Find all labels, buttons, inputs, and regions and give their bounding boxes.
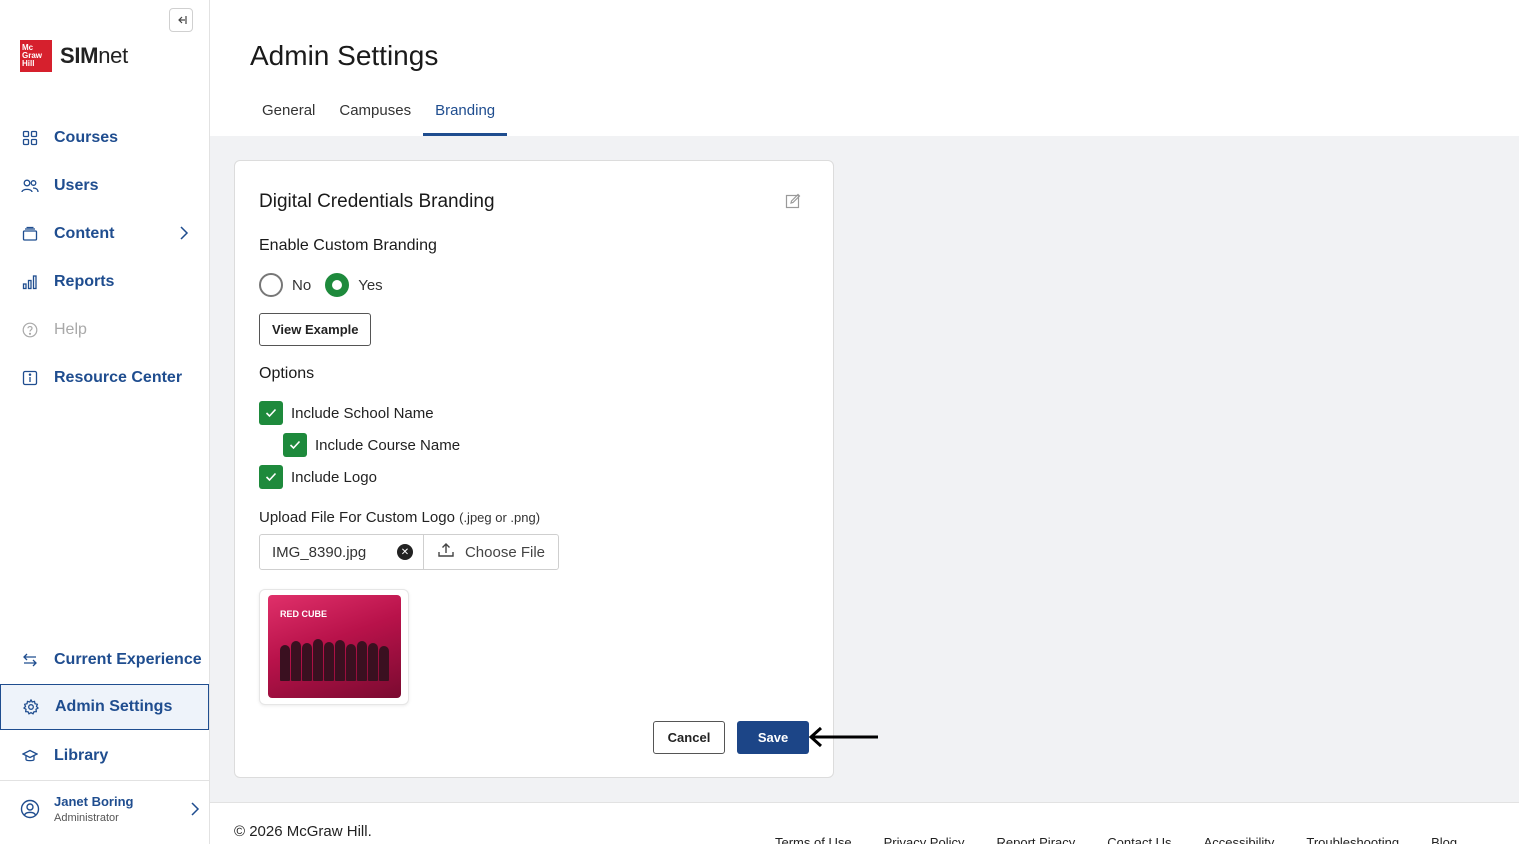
people-silhouettes — [278, 637, 390, 681]
upload-hint: (.jpeg or .png) — [459, 510, 541, 525]
switch-arrows-icon — [20, 650, 40, 670]
tab-general[interactable]: General — [250, 94, 327, 136]
mcgraw-hill-logo: Mc Graw Hill — [20, 40, 52, 72]
include-school-name-option[interactable]: Include School Name — [259, 401, 434, 425]
graduation-cap-icon — [20, 746, 40, 766]
sidebar-item-label: Courses — [54, 129, 119, 146]
divider — [0, 780, 209, 781]
file-upload-field: IMG_8390.jpg ✕ Choose File — [259, 534, 559, 570]
sidebar-item-label: Current Experience — [54, 651, 202, 668]
user-avatar-icon — [20, 799, 40, 819]
sidebar-item-help[interactable]: Help — [0, 307, 209, 353]
view-example-button[interactable]: View Example — [259, 313, 372, 346]
branding-card: Digital Credentials Branding Enable Cust… — [234, 160, 834, 778]
footer-link-accessibility[interactable]: Accessibility — [1204, 835, 1275, 844]
file-name-text: IMG_8390.jpg — [272, 543, 367, 561]
sidebar-item-label: Resource Center — [54, 369, 183, 386]
sidebar-item-resource-center[interactable]: Resource Center — [0, 355, 209, 401]
chevron-right-icon — [179, 225, 189, 246]
sidebar-item-label: Admin Settings — [55, 698, 173, 715]
sidebar-item-label: Users — [54, 177, 99, 194]
help-icon — [20, 320, 40, 340]
sidebar-item-label: Content — [54, 225, 115, 242]
user-role: Administrator — [54, 812, 119, 824]
footer-link-contact[interactable]: Contact Us — [1107, 835, 1171, 844]
footer-link-blog[interactable]: Blog — [1431, 835, 1457, 844]
copyright: © 2026 McGraw Hill. — [234, 823, 372, 840]
footer-link-report-piracy[interactable]: Report Piracy — [997, 835, 1076, 844]
gear-icon — [21, 697, 41, 717]
options-label: Options — [259, 365, 315, 382]
info-icon — [20, 368, 40, 388]
sidebar-item-reports[interactable]: Reports — [0, 259, 209, 305]
logo-preview-image: RED CUBE — [268, 595, 401, 698]
footer-links: Terms of Use Privacy Policy Report Pirac… — [775, 835, 1489, 844]
checkbox-label: Include Logo — [291, 468, 377, 486]
sidebar-item-library[interactable]: Library — [0, 733, 209, 779]
simnet-logo: Mc Graw Hill SIMnet — [20, 40, 128, 72]
radio-yes[interactable] — [325, 273, 350, 297]
grid-icon — [20, 128, 40, 148]
checkbox-checked-icon[interactable] — [259, 465, 283, 489]
radio-no-label: No — [292, 276, 312, 294]
sidebar-item-courses[interactable]: Courses — [0, 115, 209, 161]
page-title: Admin Settings — [250, 40, 439, 71]
choose-file-label: Choose File — [464, 543, 546, 561]
include-course-name-option[interactable]: Include Course Name — [283, 433, 460, 457]
clear-file-icon[interactable]: ✕ — [397, 544, 413, 560]
footer: © 2026 McGraw Hill. Terms of Use Privacy… — [210, 802, 1519, 844]
cancel-button[interactable]: Cancel — [653, 721, 725, 754]
footer-link-terms[interactable]: Terms of Use — [775, 835, 852, 844]
footer-link-troubleshooting[interactable]: Troubleshooting — [1306, 835, 1399, 844]
choose-file-button[interactable]: Choose File — [424, 535, 558, 569]
upload-logo-label: Upload File For Custom Logo (.jpeg or .p… — [259, 509, 541, 526]
footer-link-privacy[interactable]: Privacy Policy — [884, 835, 965, 844]
checkbox-checked-icon[interactable] — [259, 401, 283, 425]
checkbox-label: Include School Name — [291, 404, 434, 422]
user-menu[interactable]: Janet Boring Administrator — [20, 794, 200, 824]
edit-icon[interactable] — [785, 193, 801, 214]
thumb-text: RED CUBE — [280, 609, 328, 619]
include-logo-option[interactable]: Include Logo — [259, 465, 377, 489]
sidebar: Mc Graw Hill SIMnet Courses Users Conten… — [0, 0, 210, 844]
card-title: Digital Credentials Branding — [259, 191, 495, 212]
selected-file: IMG_8390.jpg ✕ — [260, 535, 424, 569]
tab-campuses[interactable]: Campuses — [327, 94, 423, 136]
sidebar-item-admin-settings[interactable]: Admin Settings — [0, 684, 209, 730]
page-header: Admin Settings General Campuses Branding — [210, 0, 1519, 136]
enable-branding-radio-group: No Yes — [259, 273, 397, 297]
tab-bar: General Campuses Branding — [250, 94, 508, 136]
users-icon — [20, 176, 40, 196]
content-icon — [20, 224, 40, 244]
sidebar-item-users[interactable]: Users — [0, 163, 209, 209]
app-name: SIMnet — [60, 43, 128, 68]
logo-preview: RED CUBE — [259, 589, 409, 705]
sidebar-item-content[interactable]: Content — [0, 211, 209, 257]
sidebar-item-label: Library — [54, 747, 109, 764]
radio-no[interactable] — [259, 273, 283, 297]
bar-chart-icon — [20, 272, 40, 292]
save-button[interactable]: Save — [737, 721, 809, 754]
upload-icon — [437, 542, 455, 562]
pointer-arrow-icon — [808, 726, 880, 753]
checkbox-label: Include Course Name — [315, 436, 461, 454]
checkbox-checked-icon[interactable] — [283, 433, 307, 457]
enable-branding-label: Enable Custom Branding — [259, 237, 437, 254]
tab-branding[interactable]: Branding — [423, 94, 508, 136]
radio-yes-label: Yes — [358, 276, 383, 294]
collapse-sidebar-icon[interactable] — [169, 8, 193, 32]
chevron-right-icon — [190, 801, 200, 817]
sidebar-item-label: Help — [54, 321, 87, 338]
user-name: Janet Boring — [54, 794, 134, 809]
sidebar-item-label: Reports — [54, 273, 115, 290]
sidebar-item-current-experience[interactable]: Current Experience — [0, 637, 209, 683]
